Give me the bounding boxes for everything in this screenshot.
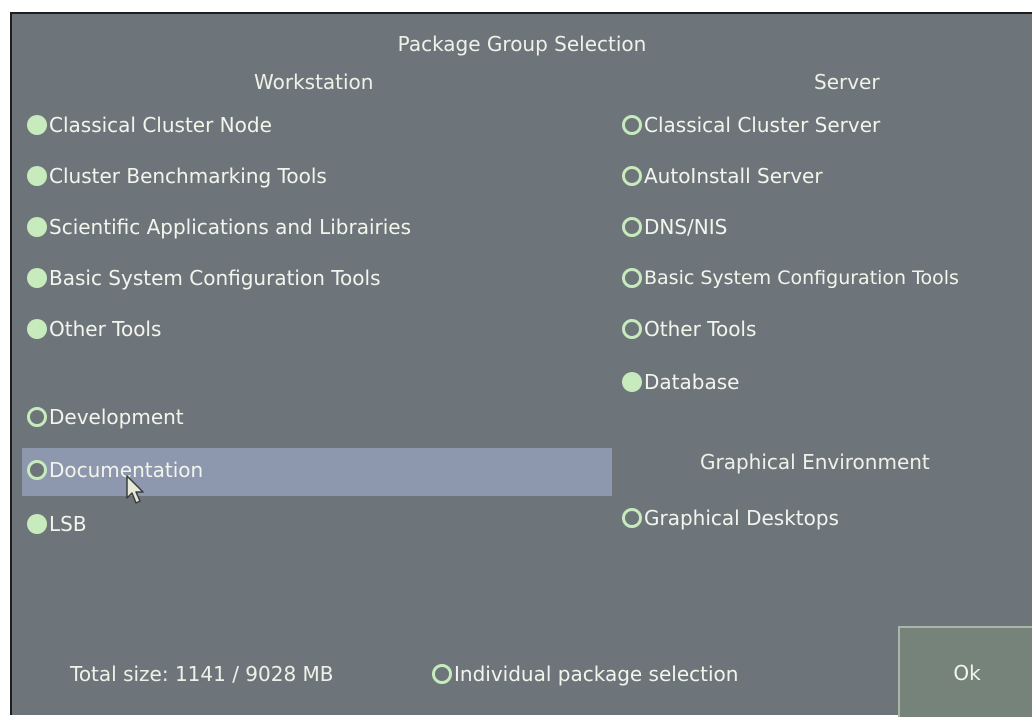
individual-selection-label: Individual package selection xyxy=(454,662,739,686)
workstation-heading: Workstation xyxy=(254,70,374,94)
total-size: Total size: 1141 / 9028 MB xyxy=(70,662,334,686)
group-scientific-applications[interactable]: Scientific Applications and Librairies xyxy=(27,212,411,242)
selected-radio-icon xyxy=(27,319,47,339)
installer-screen: Package Group Selection Workstation Serv… xyxy=(10,12,1032,717)
group-basic-system-config-tools-server[interactable]: Basic System Configuration Tools xyxy=(622,263,959,293)
unselected-radio-icon xyxy=(432,664,452,684)
group-label: Basic System Configuration Tools xyxy=(49,266,381,290)
group-label: DNS/NIS xyxy=(644,215,728,239)
unselected-radio-icon xyxy=(622,268,642,288)
unselected-radio-icon xyxy=(622,115,642,135)
group-label: Cluster Benchmarking Tools xyxy=(49,164,327,188)
group-basic-system-config-tools-ws[interactable]: Basic System Configuration Tools xyxy=(27,263,381,293)
ok-label: Ok xyxy=(953,660,981,685)
selected-radio-icon xyxy=(27,166,47,186)
group-autoinstall-server[interactable]: AutoInstall Server xyxy=(622,161,823,191)
group-label: Other Tools xyxy=(49,317,162,341)
group-label: Graphical Desktops xyxy=(644,506,839,530)
group-lsb[interactable]: LSB xyxy=(27,509,87,539)
unselected-radio-icon xyxy=(622,166,642,186)
unselected-radio-icon xyxy=(27,460,47,480)
group-development[interactable]: Development xyxy=(27,402,184,432)
group-label: Classical Cluster Node xyxy=(49,113,272,137)
selected-radio-icon xyxy=(27,217,47,237)
graphical-environment-heading: Graphical Environment xyxy=(700,450,930,474)
group-documentation[interactable]: Documentation xyxy=(27,455,203,485)
group-classical-cluster-server[interactable]: Classical Cluster Server xyxy=(622,110,880,140)
selected-radio-icon xyxy=(27,514,47,534)
group-label: LSB xyxy=(49,512,87,536)
group-label: Other Tools xyxy=(644,317,757,341)
group-database[interactable]: Database xyxy=(622,367,739,397)
group-classical-cluster-node[interactable]: Classical Cluster Node xyxy=(27,110,272,140)
selected-radio-icon xyxy=(27,115,47,135)
individual-package-selection[interactable]: Individual package selection xyxy=(432,659,738,689)
unselected-radio-icon xyxy=(622,508,642,528)
selected-radio-icon xyxy=(622,372,642,392)
group-graphical-desktops[interactable]: Graphical Desktops xyxy=(622,503,839,533)
group-other-tools-ws[interactable]: Other Tools xyxy=(27,314,161,344)
screen-title: Package Group Selection xyxy=(397,32,647,56)
mouse-pointer-icon xyxy=(126,475,144,504)
selected-radio-icon xyxy=(27,268,47,288)
unselected-radio-icon xyxy=(622,217,642,237)
group-dns-nis[interactable]: DNS/NIS xyxy=(622,212,727,242)
group-label: Scientific Applications and Librairies xyxy=(49,215,412,239)
server-heading: Server xyxy=(814,70,880,94)
unselected-radio-icon xyxy=(27,407,47,427)
unselected-radio-icon xyxy=(622,319,642,339)
group-label: Classical Cluster Server xyxy=(644,113,881,137)
group-other-tools-server[interactable]: Other Tools xyxy=(622,314,756,344)
group-label: AutoInstall Server xyxy=(644,164,823,188)
group-cluster-benchmarking-tools[interactable]: Cluster Benchmarking Tools xyxy=(27,161,327,191)
group-label: Development xyxy=(49,405,184,429)
group-label: Database xyxy=(644,370,740,394)
group-label: Basic System Configuration Tools xyxy=(644,267,959,289)
ok-button[interactable]: Ok xyxy=(898,626,1032,717)
